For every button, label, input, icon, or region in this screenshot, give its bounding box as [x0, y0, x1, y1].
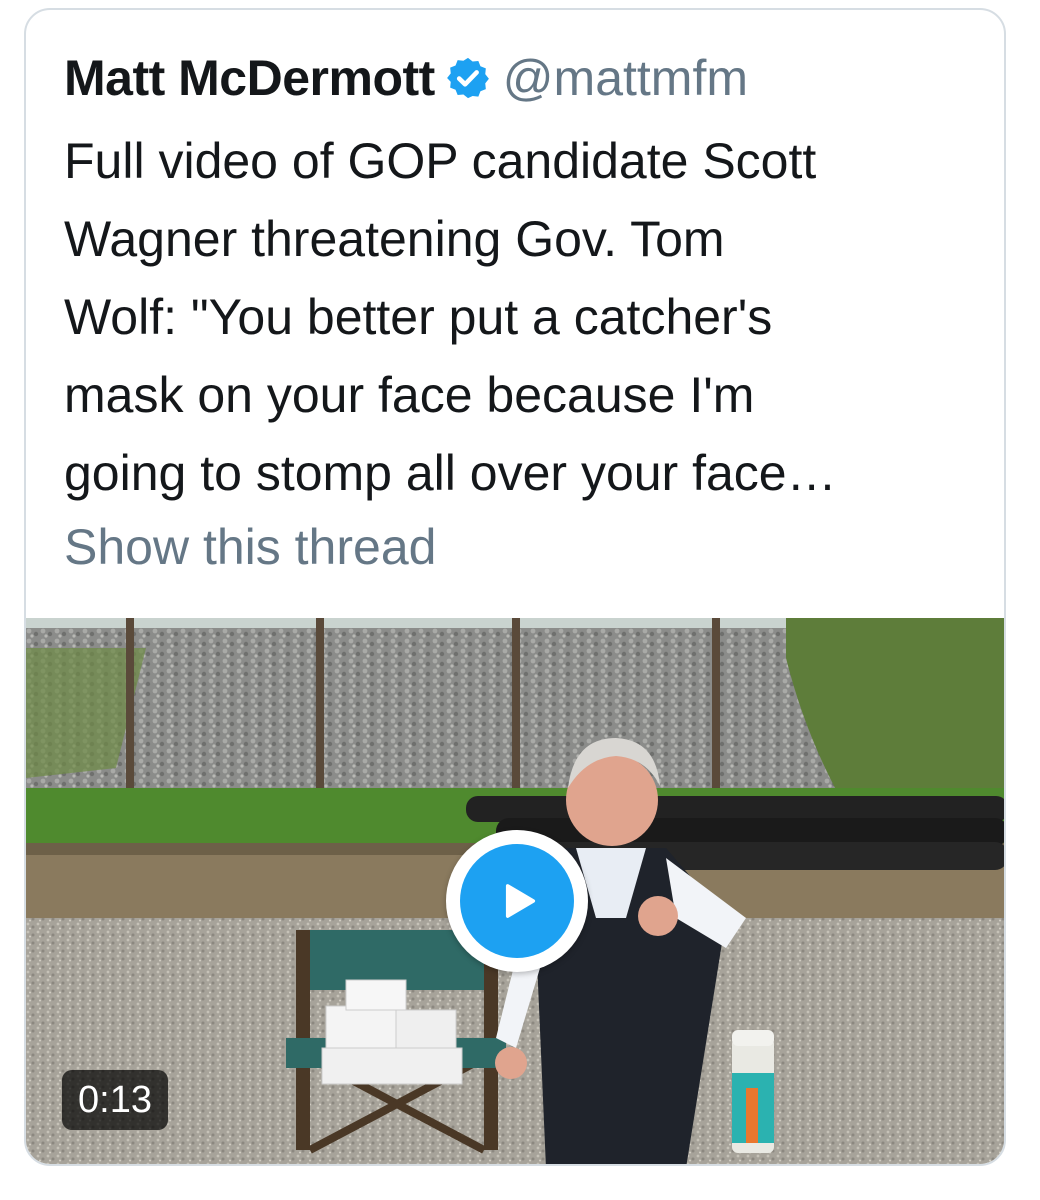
author-name[interactable]: Matt McDermott — [64, 49, 435, 107]
play-icon — [460, 844, 574, 958]
tweet-header: Matt McDermott @mattmfm — [64, 46, 748, 110]
tweet-text: Full video of GOP candidate Scott Wagner… — [64, 133, 837, 501]
tweet-card[interactable]: Matt McDermott @mattmfm Full video of GO… — [24, 8, 1006, 1166]
play-button[interactable] — [446, 830, 588, 972]
video-media[interactable]: 0:13 — [26, 618, 1004, 1164]
verified-badge-icon — [445, 55, 491, 101]
show-thread-link[interactable]: Show this thread — [64, 518, 436, 576]
author-handle[interactable]: @mattmfm — [503, 49, 748, 107]
video-duration-badge: 0:13 — [62, 1070, 168, 1130]
